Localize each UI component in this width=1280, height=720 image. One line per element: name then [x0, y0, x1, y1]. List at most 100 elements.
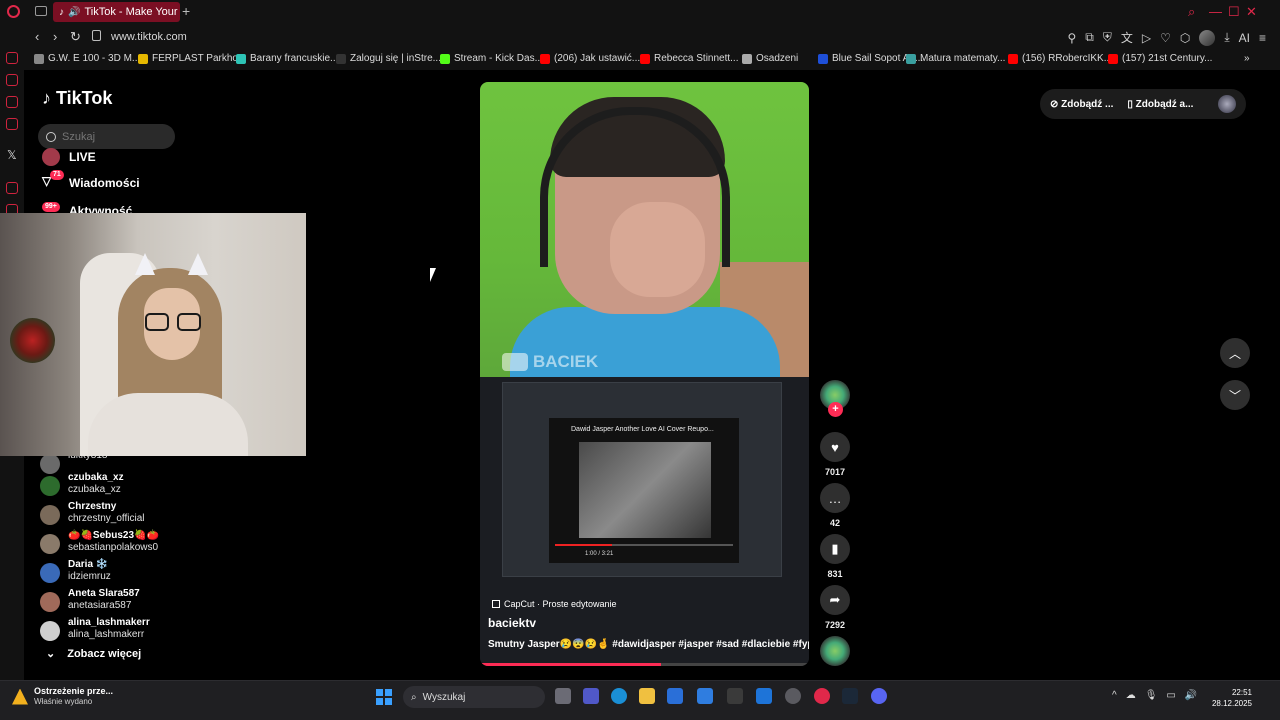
obs-icon[interactable]: [785, 688, 801, 704]
opera-menu-icon[interactable]: [7, 5, 20, 18]
bookmark-item[interactable]: Zaloguj się | inStre...: [336, 53, 441, 64]
close-window-button[interactable]: ✕: [1246, 4, 1257, 20]
bookmark-item[interactable]: (156) RRobercIKK...: [1008, 53, 1112, 64]
tab-tiktok[interactable]: ♪ 🔊 TikTok - Make Your Da: [53, 2, 180, 22]
forward-icon[interactable]: ›: [53, 29, 57, 44]
extensions-icon[interactable]: ⬡: [1180, 31, 1190, 45]
taskbar-search[interactable]: ⌕ Wyszukaj: [403, 686, 545, 708]
following-item[interactable]: Aneta Slara587 anetasiara587: [40, 588, 140, 612]
shield-icon[interactable]: ⛨: [1103, 30, 1112, 45]
capcut-link[interactable]: CapCut · Proste edytowanie: [492, 599, 617, 609]
start-button[interactable]: [376, 689, 392, 705]
play-icon[interactable]: ▷: [1142, 31, 1151, 45]
bookmark-item[interactable]: Osadzeni: [742, 53, 798, 64]
bookmark-item[interactable]: Rebecca Stinnett...: [640, 53, 739, 64]
bookmark-item[interactable]: (157) 21st Century...: [1108, 53, 1212, 64]
bookmark-item[interactable]: G.W. E 100 - 3D M...: [34, 53, 140, 64]
sidebar-whatsapp-icon[interactable]: [6, 96, 18, 108]
previous-video-button[interactable]: ︿: [1220, 338, 1250, 368]
store-icon[interactable]: [667, 688, 683, 704]
video-progress-bar[interactable]: [480, 663, 809, 666]
notification-widget[interactable]: Ostrzeżenie prze... Właśnie wydano: [12, 686, 113, 707]
clock[interactable]: 22:51 28.12.2025: [1210, 687, 1252, 709]
task-view-icon[interactable]: [555, 688, 571, 704]
comment-button[interactable]: … 42: [818, 483, 852, 528]
minimize-button[interactable]: —: [1209, 4, 1222, 19]
sidebar-history-icon[interactable]: [6, 182, 18, 194]
capcut-app-icon[interactable]: [727, 688, 743, 704]
video-screen-capture: Dawid Jasper Another Love AI Cover Reupo…: [480, 377, 809, 666]
save-button[interactable]: ▮ 831: [818, 534, 852, 579]
maximize-button[interactable]: ☐: [1228, 4, 1240, 20]
snapshot-icon[interactable]: ⧉: [1085, 30, 1094, 45]
following-item[interactable]: 🍅🍓Sebus23🍓🍅 sebastianpolakows0: [40, 530, 159, 554]
video-username[interactable]: baciektv: [488, 616, 536, 630]
next-video-button[interactable]: ﹀: [1220, 380, 1250, 410]
aria-ai-icon[interactable]: AI: [1239, 31, 1250, 45]
mail-icon[interactable]: [697, 688, 713, 704]
bookmark-favicon-icon: [138, 53, 148, 64]
bookmark-item[interactable]: Barany francuskie...: [236, 53, 338, 64]
creator-avatar[interactable]: +: [818, 380, 852, 417]
share-button[interactable]: ➦ 7292: [818, 585, 852, 630]
network-icon[interactable]: ▭: [1166, 690, 1175, 701]
steam-icon[interactable]: [842, 688, 858, 704]
opera-taskbar-icon[interactable]: [814, 688, 830, 704]
translate-icon[interactable]: 文: [1121, 29, 1133, 46]
search-tabs-icon[interactable]: ⌕: [1188, 4, 1195, 20]
speaker-icon[interactable]: 🔊: [68, 7, 80, 18]
sidebar-instagram-icon[interactable]: [6, 118, 18, 130]
tray-chevron-up-icon[interactable]: ^: [1112, 690, 1117, 701]
sidebar-aria-icon[interactable]: [6, 52, 18, 64]
profile-avatar[interactable]: [1218, 95, 1236, 113]
menu-icon[interactable]: ≡: [1259, 31, 1266, 45]
tiktok-logo[interactable]: ♪ TikTok: [42, 88, 112, 109]
menu-live[interactable]: LIVE: [42, 148, 96, 166]
bookmark-item[interactable]: (206) Jak ustawić...: [540, 53, 640, 64]
follow-plus-icon[interactable]: +: [828, 402, 843, 417]
following-name: alina_lashmakerr: [68, 617, 150, 628]
sidebar-messenger-icon[interactable]: [6, 74, 18, 86]
teams-icon[interactable]: [583, 688, 599, 704]
following-item[interactable]: Chrzestny chrzestny_official: [40, 501, 145, 525]
lock-icon[interactable]: [92, 30, 101, 41]
url-field[interactable]: www.tiktok.com: [111, 31, 187, 43]
workspaces-icon[interactable]: [35, 6, 47, 16]
volume-icon[interactable]: 🔊: [1185, 690, 1197, 701]
bookmark-item[interactable]: Matura matematy...: [906, 53, 1005, 64]
search-box[interactable]: [38, 124, 175, 149]
get-coins-button[interactable]: ⊘ Zdobądź ...: [1050, 99, 1113, 110]
video-player[interactable]: BACIEK Dawid Jasper Another Love AI Cove…: [480, 82, 809, 666]
profile-avatar[interactable]: [1199, 29, 1216, 46]
back-icon[interactable]: ‹: [35, 29, 39, 44]
sidebar-x-icon[interactable]: 𝕏: [7, 148, 17, 162]
like-button[interactable]: ♥ 7017: [818, 432, 852, 477]
youtube-icon: [502, 353, 528, 371]
bookmark-icon[interactable]: ⚲: [1067, 31, 1076, 45]
tab-bar: ♪ 🔊 TikTok - Make Your Da + ⌕ — ☐ ✕: [0, 0, 1280, 24]
get-app-button[interactable]: ▯ Zdobądź a...: [1127, 99, 1193, 110]
reload-icon[interactable]: ↻: [70, 29, 81, 45]
app-icon[interactable]: [756, 688, 772, 704]
search-input[interactable]: [62, 130, 162, 143]
download-icon[interactable]: ⤓: [1224, 30, 1229, 45]
heart-icon[interactable]: ♡: [1160, 31, 1171, 45]
discord-icon[interactable]: [871, 688, 887, 704]
bookmarks-overflow-icon[interactable]: »: [1244, 53, 1250, 64]
sound-disc[interactable]: [818, 636, 852, 666]
video-description[interactable]: Smutny Jasper😢😨😢🤞 #dawidjasper #jasper #…: [488, 639, 809, 650]
onedrive-icon[interactable]: ☁: [1126, 690, 1136, 701]
bookmark-label: FERPLAST Parkho...: [152, 53, 247, 64]
new-tab-button[interactable]: +: [182, 3, 190, 19]
menu-messages[interactable]: ▽ 71 Wiadomości: [42, 170, 140, 192]
microphone-icon[interactable]: 🎙: [1145, 690, 1158, 701]
bookmark-item[interactable]: Stream - Kick Das...: [440, 53, 543, 64]
edge-icon[interactable]: [611, 688, 627, 704]
see-more-button[interactable]: ⌄ Zobacz więcej: [46, 647, 141, 661]
following-item[interactable]: Daria ❄️ idziemruz: [40, 559, 111, 583]
search-icon: [46, 131, 56, 142]
file-explorer-icon[interactable]: [639, 688, 655, 704]
following-item[interactable]: czubaka_xz czubaka_xz: [40, 472, 124, 496]
bookmark-item[interactable]: FERPLAST Parkho...: [138, 53, 246, 64]
following-item[interactable]: alina_lashmakerr alina_lashmakerr: [40, 617, 150, 641]
